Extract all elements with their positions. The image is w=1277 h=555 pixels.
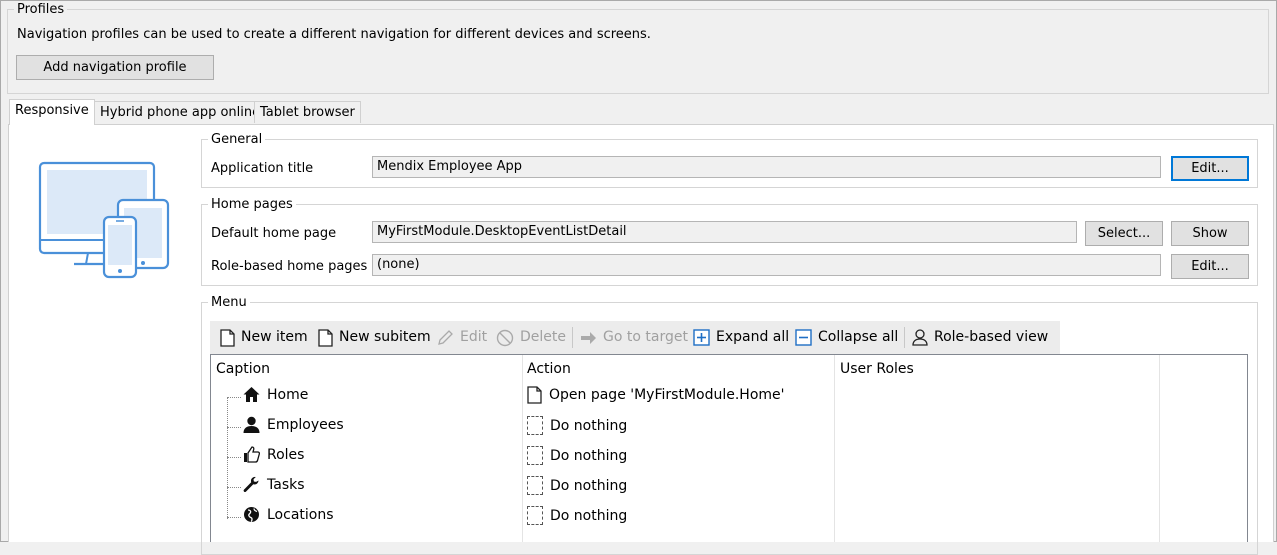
tree-connector: [227, 487, 241, 488]
thumbs-up-icon: [244, 446, 260, 463]
edit-item-button[interactable]: Edit: [437, 321, 487, 354]
default-home-page-label: Default home page: [211, 226, 337, 241]
nothing-icon: [527, 416, 543, 435]
page-icon: [527, 386, 542, 404]
responsive-devices-icon: [38, 161, 170, 279]
nothing-icon: [527, 506, 543, 525]
role-based-home-pages-field[interactable]: (none): [372, 254, 1161, 276]
menu-item-action[interactable]: Open page 'MyFirstModule.Home': [527, 386, 784, 404]
menu-item-roles[interactable]: Roles: [243, 446, 304, 463]
profiles-description: Navigation profiles can be used to creat…: [17, 27, 651, 42]
expand-all-button[interactable]: Expand all: [693, 321, 789, 354]
menu-item-employees[interactable]: Employees: [243, 416, 344, 433]
column-divider: [834, 355, 835, 542]
user-roles-column-header[interactable]: User Roles: [840, 361, 914, 377]
action-column-header[interactable]: Action: [527, 361, 571, 377]
toolbar-separator-2: [904, 327, 905, 348]
menu-item-action[interactable]: Do nothing: [527, 416, 627, 435]
menu-legend: Menu: [211, 295, 247, 310]
tab-hybrid-phone-app-online[interactable]: Hybrid phone app online: [94, 101, 267, 123]
menu-item-action-text: Do nothing: [550, 417, 628, 434]
collapse-icon: [795, 329, 812, 346]
globe-icon: [244, 507, 259, 523]
menu-item-caption: Roles: [267, 446, 305, 463]
wrench-icon: [243, 476, 259, 493]
tab-tablet-browser[interactable]: Tablet browser: [254, 101, 361, 123]
new-subpage-icon: [318, 328, 333, 347]
role-based-view-label: Role-based view: [934, 329, 1049, 345]
go-to-target-button[interactable]: Go to target: [580, 321, 688, 354]
tab-responsive[interactable]: Responsive: [9, 99, 95, 125]
menu-item-caption: Locations: [267, 506, 334, 523]
home-pages-legend: Home pages: [211, 197, 293, 212]
menu-item-tasks[interactable]: Tasks: [243, 476, 305, 493]
default-home-page-field[interactable]: MyFirstModule.DesktopEventListDetail: [372, 221, 1077, 243]
person-icon: [912, 329, 928, 346]
role-based-view-button[interactable]: Role-based view: [912, 321, 1048, 354]
column-divider: [1159, 355, 1160, 542]
edit-item-label: Edit: [460, 329, 488, 345]
new-item-button[interactable]: New item: [220, 321, 308, 354]
tree-connector: [227, 427, 241, 428]
user-icon: [243, 416, 260, 433]
application-title-label: Application title: [211, 161, 314, 176]
edit-role-based-home-pages-button[interactable]: Edit...: [1171, 254, 1249, 279]
toolbar-separator: [572, 327, 573, 348]
menu-tree-grid: Caption Action User Roles Home Open page…: [210, 354, 1248, 542]
delete-icon: [496, 329, 514, 346]
collapse-all-label: Collapse all: [818, 329, 899, 345]
new-subitem-label: New subitem: [339, 329, 431, 345]
delete-item-label: Delete: [520, 329, 566, 345]
arrow-right-icon: [581, 331, 596, 344]
go-to-target-label: Go to target: [603, 329, 688, 345]
tree-connector: [227, 457, 241, 458]
edit-application-title-button[interactable]: Edit...: [1171, 156, 1249, 181]
menu-item-home[interactable]: Home: [243, 386, 308, 403]
profiles-legend: Profiles: [17, 2, 65, 17]
menu-item-locations[interactable]: Locations: [243, 506, 334, 523]
add-navigation-profile-button[interactable]: Add navigation profile: [16, 55, 214, 80]
menu-item-action[interactable]: Do nothing: [527, 476, 627, 495]
new-subitem-button[interactable]: New subitem: [318, 321, 431, 354]
collapse-all-button[interactable]: Collapse all: [795, 321, 898, 354]
menu-item-caption: Home: [267, 386, 309, 403]
menu-toolbar: New item New subitem Edit Delete Go to t…: [210, 321, 1060, 354]
menu-item-action-text: Do nothing: [550, 447, 628, 464]
new-item-label: New item: [241, 329, 308, 345]
menu-item-caption: Employees: [267, 416, 344, 433]
new-page-icon: [220, 328, 235, 347]
menu-item-caption: Tasks: [267, 476, 305, 493]
profiles-group: Profiles: [7, 2, 1269, 94]
show-home-page-button[interactable]: Show: [1171, 221, 1249, 246]
caption-column-header[interactable]: Caption: [216, 361, 270, 377]
home-icon: [243, 387, 260, 402]
nothing-icon: [527, 446, 543, 465]
expand-all-label: Expand all: [716, 329, 790, 345]
tree-connector: [227, 397, 228, 519]
tree-connector: [227, 517, 241, 518]
role-based-home-pages-label: Role-based home pages: [211, 259, 368, 274]
menu-item-action[interactable]: Do nothing: [527, 446, 627, 465]
menu-item-action-text: Do nothing: [550, 507, 628, 524]
menu-item-action-text: Do nothing: [550, 477, 628, 494]
column-divider: [522, 355, 523, 542]
select-home-page-button[interactable]: Select...: [1085, 221, 1163, 246]
tree-connector: [227, 397, 241, 398]
menu-item-action[interactable]: Do nothing: [527, 506, 627, 525]
application-title-field[interactable]: Mendix Employee App: [372, 156, 1161, 178]
menu-item-action-text: Open page 'MyFirstModule.Home': [549, 387, 785, 403]
general-legend: General: [211, 132, 263, 147]
delete-item-button[interactable]: Delete: [496, 321, 566, 354]
nothing-icon: [527, 476, 543, 495]
pencil-icon: [438, 330, 453, 345]
expand-icon: [693, 329, 710, 346]
